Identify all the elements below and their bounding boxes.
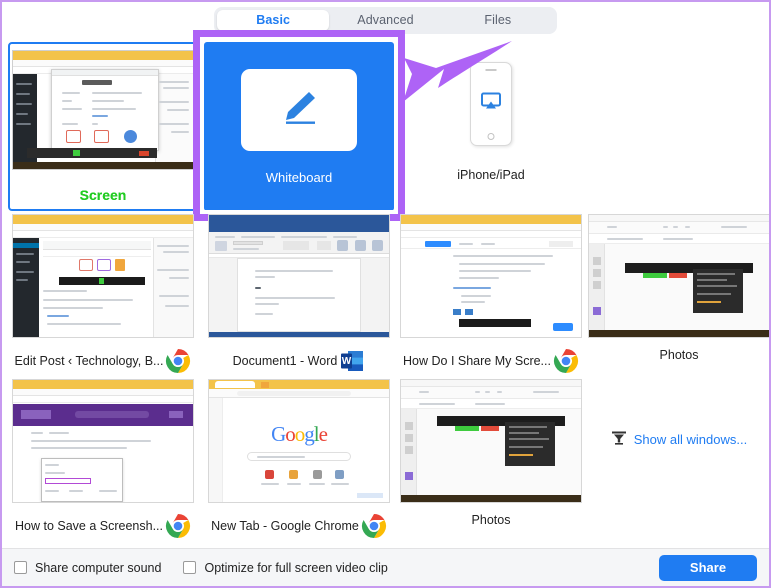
share-source-how-do-i-share[interactable]: How Do I Share My Scre... [400, 214, 582, 379]
screen-thumbnail [12, 50, 194, 170]
chrome-icon [165, 513, 191, 539]
whiteboard-label: Whiteboard [265, 169, 333, 185]
chrome-icon [165, 348, 191, 374]
optimize-video-checkbox[interactable]: Optimize for full screen video clip [183, 560, 388, 575]
chrome-icon [553, 348, 579, 374]
edit-post-thumbnail[interactable] [12, 214, 194, 338]
share-screen-dialog: Basic Advanced Files Screen Whiteboard i… [0, 0, 771, 588]
show-all-windows-link[interactable]: Show all windows... [611, 431, 747, 448]
share-computer-sound-label: Share computer sound [35, 560, 162, 575]
share-source-new-tab[interactable]: Google New Tab - Google Chrome [204, 379, 394, 544]
share-source-photos-2[interactable]: Photos [400, 379, 582, 544]
photos-thumbnail-1[interactable] [588, 214, 769, 338]
photos-thumbnail-2[interactable] [400, 379, 582, 503]
how-do-i-share-caption: How Do I Share My Scre... [403, 348, 579, 374]
edit-post-caption: Edit Post ‹ Technology, B... [15, 348, 192, 374]
share-button[interactable]: Share [659, 554, 757, 581]
whiteboard-card [241, 68, 357, 151]
share-source-whiteboard[interactable]: Whiteboard [193, 30, 405, 221]
share-source-edit-post[interactable]: Edit Post ‹ Technology, B... [8, 214, 198, 379]
how-to-save-thumbnail[interactable] [12, 379, 194, 503]
tab-files[interactable]: Files [442, 10, 554, 31]
how-do-i-share-label: How Do I Share My Scre... [403, 354, 551, 368]
share-source-iphone-ipad[interactable]: iPhone/iPad [400, 42, 582, 214]
share-source-how-to-save[interactable]: How to Save a Screensh... [8, 379, 198, 544]
tab-bar: Basic Advanced Files [214, 6, 557, 34]
share-source-grid: Screen Whiteboard iPhone/iPad Edit Post … [2, 30, 769, 544]
share-computer-sound-checkbox[interactable]: Share computer sound [14, 561, 161, 575]
word-caption: Document1 - Word W [233, 348, 366, 374]
chrome-icon [361, 513, 387, 539]
photos-label-2: Photos [471, 513, 511, 527]
show-all-windows-cell: Show all windows... [588, 379, 769, 544]
hourglass-icon [611, 431, 627, 448]
tab-bar-container: Basic Advanced Files [2, 2, 769, 38]
word-icon: W [339, 348, 365, 374]
word-label: Document1 - Word [232, 354, 338, 368]
new-tab-thumbnail[interactable]: Google [208, 379, 390, 503]
show-all-windows-label: Show all windows... [633, 432, 748, 447]
checkbox-box[interactable] [14, 561, 27, 574]
iphone-ipad-tile[interactable] [470, 62, 512, 146]
photos-label-1: Photos [659, 348, 699, 362]
share-source-photos-1[interactable]: Photos [588, 214, 769, 379]
row1-empty-cell [588, 42, 769, 214]
how-to-save-label: How to Save a Screensh... [15, 519, 163, 533]
screen-tile-label: Screen [79, 187, 127, 203]
iphone-ipad-caption: iPhone/iPad [457, 168, 524, 182]
pencil-icon [276, 86, 322, 133]
whiteboard-tile[interactable]: Whiteboard [204, 42, 394, 211]
new-tab-caption: New Tab - Google Chrome [211, 513, 387, 539]
airplay-icon [481, 92, 501, 116]
photos-caption-2: Photos [472, 513, 511, 527]
tab-advanced[interactable]: Advanced [329, 10, 441, 31]
phone-home-button [487, 133, 495, 140]
footer-bar: Share computer sound Optimize for full s… [2, 548, 769, 586]
phone-speaker [485, 69, 497, 71]
new-tab-label: New Tab - Google Chrome [211, 519, 359, 533]
checkbox-box[interactable] [183, 561, 197, 574]
screen-tile[interactable]: Screen [8, 42, 198, 211]
how-do-i-share-thumbnail[interactable] [400, 214, 582, 338]
share-source-document1-word[interactable]: Document1 - Word W [204, 214, 394, 379]
iphone-ipad-label: iPhone/iPad [457, 168, 525, 182]
photos-caption-1: Photos [660, 348, 699, 362]
word-thumbnail[interactable] [208, 214, 390, 338]
how-to-save-caption: How to Save a Screensh... [15, 513, 191, 539]
svg-text:W: W [342, 356, 352, 367]
tab-basic[interactable]: Basic [217, 9, 330, 31]
edit-post-label: Edit Post ‹ Technology, B... [14, 354, 164, 368]
share-source-screen[interactable]: Screen [8, 42, 198, 214]
optimize-video-label: Optimize for full screen video clip [204, 560, 388, 575]
